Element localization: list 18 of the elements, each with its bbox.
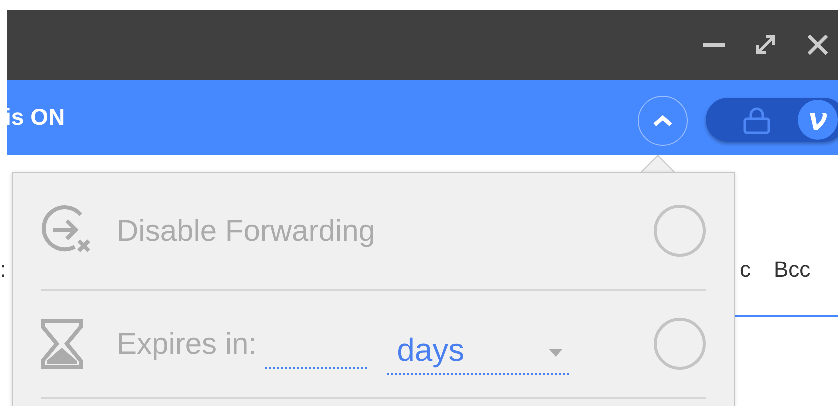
- caret-icon: [549, 348, 564, 357]
- chevron-up-icon: [652, 114, 674, 128]
- lock-icon: [742, 107, 772, 135]
- bcc-link[interactable]: Bcc: [774, 253, 811, 286]
- minimize-icon: [703, 43, 725, 47]
- encryption-toggle[interactable]: [706, 98, 838, 142]
- maximize-button[interactable]: [754, 33, 778, 57]
- radio-button[interactable]: [654, 205, 706, 257]
- expiry-label: Expires in:: [117, 326, 258, 362]
- hourglass-icon: [41, 318, 83, 370]
- maximize-icon: [755, 34, 777, 56]
- collapse-button[interactable]: [638, 96, 688, 146]
- cc-link[interactable]: c: [740, 253, 751, 286]
- close-button[interactable]: [806, 33, 830, 57]
- radio-button[interactable]: [654, 318, 706, 370]
- option-label: Disable Forwarding: [117, 214, 376, 250]
- close-icon: [808, 35, 828, 55]
- text-fragment: :: [0, 256, 6, 284]
